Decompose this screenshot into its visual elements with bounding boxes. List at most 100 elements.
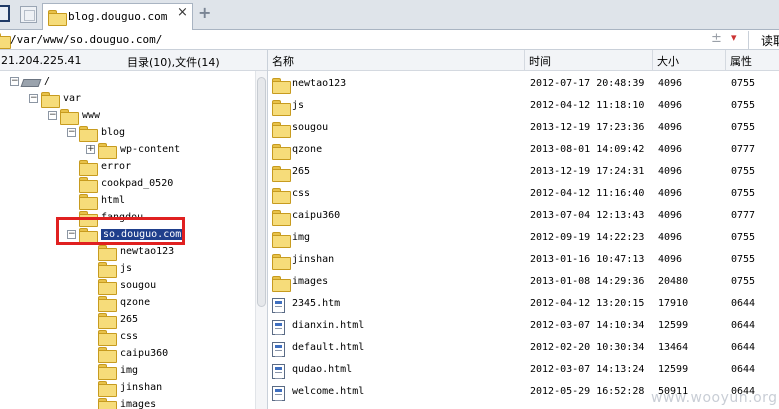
path-input[interactable]: /var/www/so.douguo.com/ [10,33,162,46]
table-row[interactable]: qudao.html 2012-03-07 14:13:24 12599 0644 [268,360,779,382]
tree-item-label: newtao123 [120,246,175,257]
folder-icon [272,100,291,116]
file-time: 2012-04-12 13:20:15 [530,298,645,309]
highlight-box [56,217,185,245]
tree-item-label: css [120,331,139,342]
table-row[interactable]: img 2012-09-19 14:22:23 4096 0755 [268,228,779,250]
tree-item[interactable]: wp-content [98,141,181,159]
file-name: sougou [292,122,329,133]
file-size: 20480 [658,276,689,287]
table-row[interactable]: css 2012-04-12 11:16:40 4096 0755 [268,184,779,206]
file-attr: 0755 [731,78,756,89]
table-row[interactable]: dianxin.html 2012-03-07 14:10:34 12599 0644 [268,316,779,338]
table-row[interactable]: sougou 2013-12-19 17:23:36 4096 0755 [268,118,779,140]
tree-item[interactable]: caipu360 [98,345,169,363]
tree-expander[interactable]: + [86,145,95,154]
tree-header: 221.204.225.41 目录(10),文件(14) [0,50,267,71]
tree-item[interactable]: sougou [98,277,156,295]
server-ip: 221.204.225.41 [0,54,82,67]
file-time: 2012-07-17 20:48:39 [530,78,645,89]
add-tab-icon[interactable]: + [198,3,211,22]
file-name: jinshan [292,254,335,265]
file-attr: 0644 [731,320,756,331]
tree-item[interactable]: jinshan [98,379,162,397]
file-icon [272,298,285,313]
tree-expander[interactable]: − [48,111,57,120]
file-name: dianxin.html [292,320,365,331]
restore-icon[interactable] [20,6,37,23]
file-name: newtao123 [292,78,347,89]
dropdown-icon[interactable]: ▾ [731,31,737,44]
tree-expander[interactable]: − [67,128,76,137]
tree-item-label: caipu360 [120,348,169,359]
tree-item[interactable]: html [79,192,125,210]
tree-item[interactable]: var [41,90,81,108]
column-attr[interactable]: 属性 [726,50,779,71]
file-time: 2012-04-12 11:16:40 [530,188,645,199]
tree-item-label: wp-content [120,144,181,155]
tree-item[interactable]: js [98,260,132,278]
window-icon[interactable] [0,5,10,22]
tree-item[interactable]: www [60,107,100,125]
updown-icon[interactable]: ± [711,31,722,46]
read-button[interactable]: 读取 [748,31,779,49]
table-row[interactable]: caipu360 2013-07-04 12:13:43 4096 0777 [268,206,779,228]
file-attr: 0755 [731,276,756,287]
file-size: 4096 [658,254,683,265]
file-name: images [292,276,329,287]
file-name: welcome.html [292,386,365,397]
file-time: 2012-03-07 14:10:34 [530,320,645,331]
file-attr: 0755 [731,100,756,111]
table-row[interactable]: 265 2013-12-19 17:24:31 4096 0755 [268,162,779,184]
item-count: 目录(10),文件(14) [127,56,220,69]
tree-item[interactable]: cookpad_0520 [79,175,173,193]
folder-icon [98,329,117,346]
scrollbar-thumb[interactable] [257,77,266,307]
tree-item[interactable]: error [79,158,131,176]
tree-item[interactable]: css [98,328,139,346]
column-header: 名称 时间 大小 属性 [268,50,779,71]
file-time: 2013-08-01 14:09:42 [530,144,645,155]
folder-icon [98,380,117,397]
tree-item[interactable]: img [98,362,139,380]
tree-item[interactable]: qzone [98,294,150,312]
folder-icon [98,312,117,329]
tab-blog-douguo[interactable]: blog.douguo.com [42,3,193,30]
tree-item[interactable]: newtao123 [98,243,175,261]
file-time: 2012-05-29 16:52:28 [530,386,645,397]
column-name[interactable]: 名称 [268,50,525,71]
tree-expander[interactable]: − [10,77,19,86]
folder-icon [98,397,117,409]
file-size: 17910 [658,298,689,309]
tree-item[interactable]: / [20,73,50,90]
file-time: 2013-12-19 17:24:31 [530,166,645,177]
file-time: 2013-07-04 12:13:43 [530,210,645,221]
table-row[interactable]: qzone 2013-08-01 14:09:42 4096 0777 [268,140,779,162]
tree-item-label: img [120,365,139,376]
file-time: 2012-03-07 14:13:24 [530,364,645,375]
folder-icon [79,193,98,210]
file-attr: 0777 [731,210,756,221]
tree-expander[interactable]: − [29,94,38,103]
column-time[interactable]: 时间 [525,50,653,71]
folder-icon [98,278,117,295]
table-row[interactable]: jinshan 2013-01-16 10:47:13 4096 0755 [268,250,779,272]
tree-item[interactable]: images [98,396,156,409]
address-bar: /var/www/so.douguo.com/ ± ▾ 读取 [0,30,779,50]
table-row[interactable]: newtao123 2012-07-17 20:48:39 4096 0755 [268,74,779,96]
column-size[interactable]: 大小 [653,50,726,71]
tree-scrollbar[interactable] [255,71,267,409]
table-row[interactable]: default.html 2012-02-20 10:30:34 13464 0644 [268,338,779,360]
file-name: caipu360 [292,210,341,221]
file-name: js [292,100,305,111]
file-size: 12599 [658,364,689,375]
tree-item-label: 265 [120,314,139,325]
table-row[interactable]: 2345.htm 2012-04-12 13:20:15 17910 0644 [268,294,779,316]
tree-item[interactable]: 265 [98,311,139,329]
tree-item[interactable]: blog [79,124,125,142]
folder-icon [98,363,117,380]
close-tab-icon[interactable]: × [177,5,188,20]
folder-icon [272,166,291,182]
table-row[interactable]: js 2012-04-12 11:18:10 4096 0755 [268,96,779,118]
table-row[interactable]: images 2013-01-08 14:29:36 20480 0755 [268,272,779,294]
